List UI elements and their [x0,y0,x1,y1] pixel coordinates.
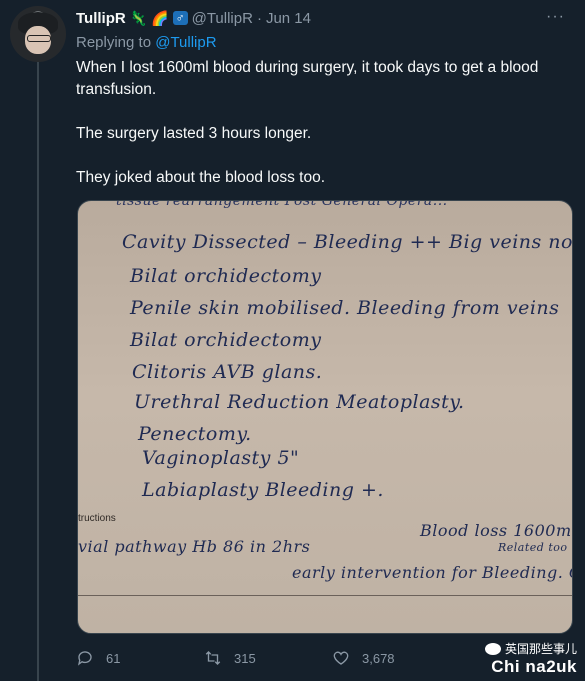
watermark: 英国那些事儿 Chi na2uk [484,640,577,677]
retweet-button[interactable]: 315 [204,649,332,667]
handwritten-line: Bilat orchidectomy [130,265,322,287]
printed-label: tructions [78,513,116,524]
watermark-line1: 英国那些事儿 [504,642,577,656]
tweet-text: When I lost 1600ml blood during surgery,… [76,57,566,211]
paper-rule [78,595,572,596]
retweet-count: 315 [234,650,256,666]
thread-line [37,60,39,681]
tweet-header: TullipR 🦎 🌈 ♂ @TullipR · Jun 14 ··· [76,8,565,28]
author-handle[interactable]: @TullipR [192,10,253,27]
handwritten-line: Related too [498,541,568,554]
tweet-paragraph: When I lost 1600ml blood during surgery,… [76,59,539,98]
avatar[interactable] [10,6,66,62]
handwritten-line: Clitoris AVB glans. [132,361,323,383]
handwritten-line: Labiaplasty Bleeding +. [142,479,384,501]
tweet-date[interactable]: Jun 14 [266,10,311,27]
avatar-glasses [27,35,51,42]
rainbow-emoji-icon: 🌈 [151,9,169,26]
handwritten-line: Vaginoplasty 5" [142,447,300,469]
lizard-emoji-icon: 🦎 [129,9,148,26]
tweet-photo[interactable]: tissue rearrangement Post General Opera.… [77,200,573,634]
handwritten-line: early intervention for Bleeding. Call [292,563,573,582]
tweet-paragraph: They joked about the blood loss too. [76,169,326,186]
handwritten-line: Cavity Dissected – Bleeding ++ Big veins… [122,231,573,253]
male-sign-emoji-icon: ♂ [172,11,188,25]
handwritten-line: Penectomy. [138,423,252,445]
handwritten-line: Penile skin mobilised. Bleeding from vei… [130,297,560,319]
handwritten-line: Blood loss 1600ml [420,521,573,540]
author-name[interactable]: TullipR [76,10,126,27]
watermark-line2: Chi na2uk [491,657,577,676]
separator-dot: · [256,9,262,27]
like-button[interactable]: 3,678 [332,649,460,667]
handwritten-line: tissue rearrangement Post General Opera.… [116,200,448,209]
replying-to-link[interactable]: @TullipR [155,34,216,51]
replying-prefix: Replying to [76,34,152,51]
like-count: 3,678 [362,650,395,666]
wechat-logo-icon [484,642,501,655]
reply-count: 61 [106,650,121,666]
retweet-icon [205,651,221,665]
heart-icon [333,651,349,665]
handwritten-line: Urethral Reduction Meatoplasty. [134,391,465,413]
handwritten-line: Bilat orchidectomy [130,329,322,351]
reply-button[interactable]: 61 [76,649,204,667]
handwritten-line: vial pathway Hb 86 in 2hrs [78,537,311,556]
tweet-paragraph: The surgery lasted 3 hours longer. [76,125,312,142]
more-options-icon[interactable]: ··· [546,8,565,26]
reply-icon [77,651,92,666]
replying-to: Replying to @TullipR [76,34,217,51]
